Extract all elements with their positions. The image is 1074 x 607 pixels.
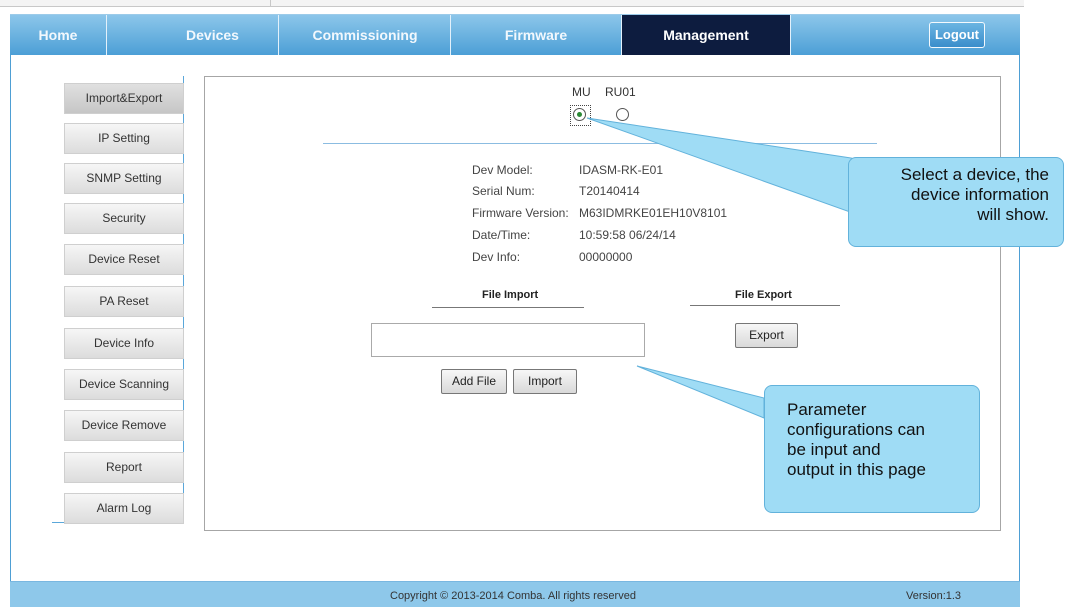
callout-select-device-line-1: Select a device, the — [900, 165, 1049, 184]
callout-select-device-text: Select a device, the device information … — [901, 165, 1049, 225]
callout-parameters-line-3: be input and — [787, 440, 881, 459]
callout-parameters-line-4: output in this page — [787, 460, 926, 479]
callout-select-device: Select a device, the device information … — [848, 157, 1064, 247]
callout-parameters-line-1: Parameter — [787, 400, 867, 419]
callout-select-device-line-2: device information — [911, 185, 1049, 204]
copyright-text: Copyright © 2013-2014 Comba. All rights … — [390, 590, 636, 602]
callout-parameters: Parameter configurations can be input an… — [764, 385, 980, 513]
callout-pointer-select-device — [586, 117, 859, 213]
callout-pointer-parameters — [636, 365, 765, 419]
callout-pointers — [586, 117, 859, 419]
callout-parameters-line-2: configurations can — [787, 420, 925, 439]
callout-select-device-line-3: will show. — [977, 205, 1049, 224]
callout-parameters-text: Parameter configurations can be input an… — [787, 400, 926, 480]
version-text: Version:1.3 — [906, 590, 962, 602]
